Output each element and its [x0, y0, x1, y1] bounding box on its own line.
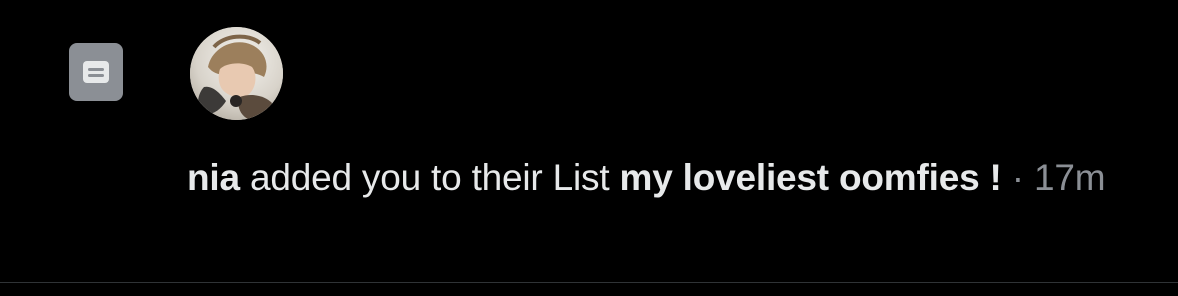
list-added-notification[interactable]: nia added you to their List my loveliest…	[0, 0, 1178, 282]
timestamp: 17m	[1033, 157, 1106, 198]
notification-message: nia added you to their List my loveliest…	[187, 152, 1167, 203]
separator-dot: ·	[1001, 157, 1034, 198]
divider	[0, 282, 1178, 283]
list-icon	[69, 43, 123, 101]
list-name[interactable]: my loveliest oomfies !	[620, 157, 1002, 198]
action-text: added you to their List	[239, 157, 620, 198]
user-name[interactable]: nia	[187, 157, 240, 198]
user-avatar[interactable]	[190, 27, 283, 120]
